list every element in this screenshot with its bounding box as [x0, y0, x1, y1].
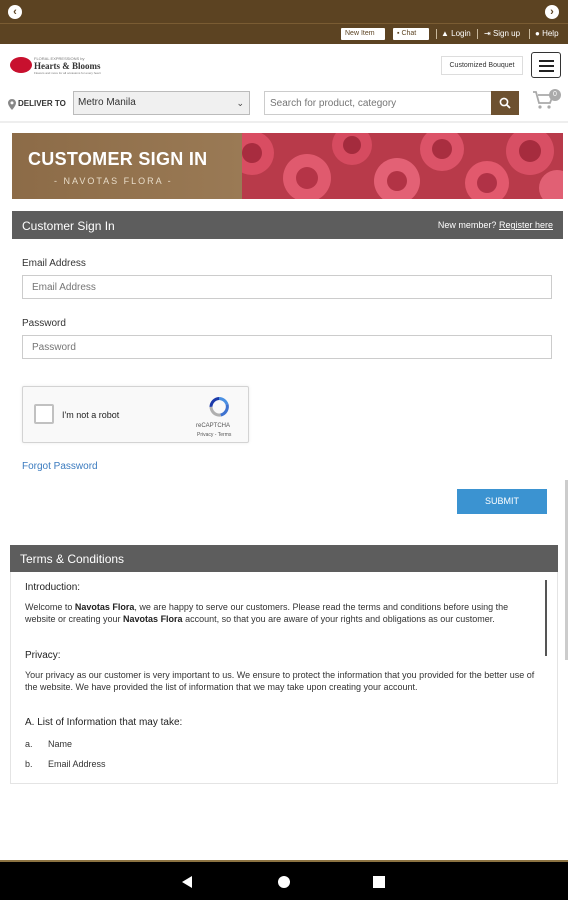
account-toolbar: New Item ▪ Chat ▲ Login ⇥ Sign up ● Help	[0, 24, 568, 44]
privacy-title: Privacy:	[25, 650, 61, 661]
submit-button[interactable]: SUBMIT	[457, 489, 547, 514]
signup-icon: ⇥	[484, 29, 491, 38]
signup-label: Sign up	[492, 29, 521, 38]
signup-link[interactable]: ⇥ Sign up	[484, 29, 520, 39]
sign-in-card	[12, 211, 563, 531]
chevron-left-icon[interactable]: ‹	[8, 5, 22, 19]
location-value: Metro Manila	[78, 97, 136, 108]
brand-name: Navotas Flora	[123, 614, 183, 624]
terms-content[interactable]: Introduction: Welcome to Navotas Flora, …	[10, 572, 558, 784]
new-item-button[interactable]: New Item	[341, 28, 385, 40]
recaptcha-label: I'm not a robot	[62, 410, 120, 420]
banner-title: CUSTOMER SIGN IN	[28, 149, 208, 169]
intro-text: account, so that you are aware of your r…	[182, 614, 495, 624]
home-icon[interactable]	[277, 875, 291, 889]
divider	[529, 29, 530, 39]
privacy-paragraph: Your privacy as our customer is very imp…	[25, 670, 535, 692]
banner-subtitle: - NAVOTAS FLORA -	[54, 176, 173, 186]
email-field[interactable]	[22, 275, 552, 299]
recaptcha-widget: I'm not a robot reCAPTCHA Privacy - Term…	[22, 386, 249, 443]
sign-in-header: Customer Sign In New member? Register he…	[12, 211, 563, 239]
chat-label: Chat	[401, 30, 417, 37]
chevron-down-icon: ⌄	[236, 98, 244, 108]
terms-heading: Terms & Conditions	[20, 552, 125, 566]
android-nav-bar	[0, 860, 568, 900]
terms-header: Terms & Conditions	[10, 545, 558, 572]
divider	[477, 29, 478, 39]
deliver-to-label: DELIVER TO	[18, 99, 66, 108]
intro-title: Introduction:	[25, 582, 81, 593]
user-icon: ▲	[441, 29, 449, 38]
location-pin-icon	[8, 97, 16, 110]
chat-icon: ▪	[397, 30, 400, 37]
hamburger-menu-button[interactable]	[531, 52, 561, 78]
menu-icon-bar	[539, 70, 554, 72]
new-member-label: New member?	[437, 220, 497, 230]
sign-in-heading: Customer Sign In	[22, 219, 115, 233]
logo-name: Hearts & Blooms	[34, 61, 101, 71]
header-divider	[0, 121, 568, 123]
logo-small-text: Flowers and more for all occasions for e…	[34, 71, 101, 75]
back-icon[interactable]	[181, 875, 193, 889]
chevron-right-icon[interactable]: ›	[545, 5, 559, 19]
customized-bouquet-button[interactable]: Customized Bouquet	[441, 56, 523, 75]
register-link[interactable]: Register here	[499, 220, 553, 230]
login-label: Login	[451, 29, 471, 38]
forgot-password-link[interactable]: Forgot Password	[22, 461, 98, 472]
terms-scrollbar[interactable]	[545, 580, 547, 656]
chat-button[interactable]: ▪ Chat	[393, 28, 429, 40]
menu-icon-bar	[539, 65, 554, 67]
menu-icon	[539, 60, 554, 62]
password-field[interactable]	[22, 335, 552, 359]
recaptcha-logo-icon	[209, 397, 229, 417]
list-title: A. List of Information that may take:	[25, 717, 183, 728]
search-input[interactable]	[264, 91, 492, 115]
intro-text: Welcome to	[25, 602, 75, 612]
sign-in-banner: CUSTOMER SIGN IN - NAVOTAS FLORA -	[12, 133, 563, 199]
divider	[436, 29, 437, 39]
list-item: Name	[48, 739, 73, 749]
cart-count-badge: 0	[549, 89, 561, 101]
brand-name: Navotas Flora	[74, 602, 135, 612]
location-select[interactable]: Metro Manila ⌄	[73, 91, 250, 115]
login-link[interactable]: ▲ Login	[441, 29, 471, 39]
help-icon: ●	[535, 29, 540, 38]
list-marker: b.	[25, 759, 33, 769]
help-label: Help	[542, 29, 559, 38]
recents-icon[interactable]	[373, 876, 385, 888]
roses-image	[212, 133, 563, 199]
new-member-text: New member? Register here	[438, 220, 553, 230]
cart-button[interactable]: 0	[532, 89, 561, 114]
help-link[interactable]: ● Help	[535, 29, 559, 39]
email-label: Email Address	[22, 258, 86, 269]
search-button[interactable]	[491, 91, 519, 115]
recaptcha-brand: reCAPTCHA	[196, 423, 231, 429]
rose-logo-icon[interactable]	[10, 57, 32, 73]
recaptcha-checkbox[interactable]	[34, 404, 54, 424]
top-carousel-bar: ‹ ›	[0, 0, 568, 24]
list-item: Email Address	[48, 759, 106, 769]
intro-paragraph: Welcome to Navotas Flora, we are happy t…	[25, 601, 537, 625]
recaptcha-links[interactable]: Privacy - Terms	[197, 432, 231, 438]
list-marker: a.	[25, 739, 33, 749]
password-label: Password	[22, 318, 66, 329]
search-icon	[499, 97, 511, 109]
